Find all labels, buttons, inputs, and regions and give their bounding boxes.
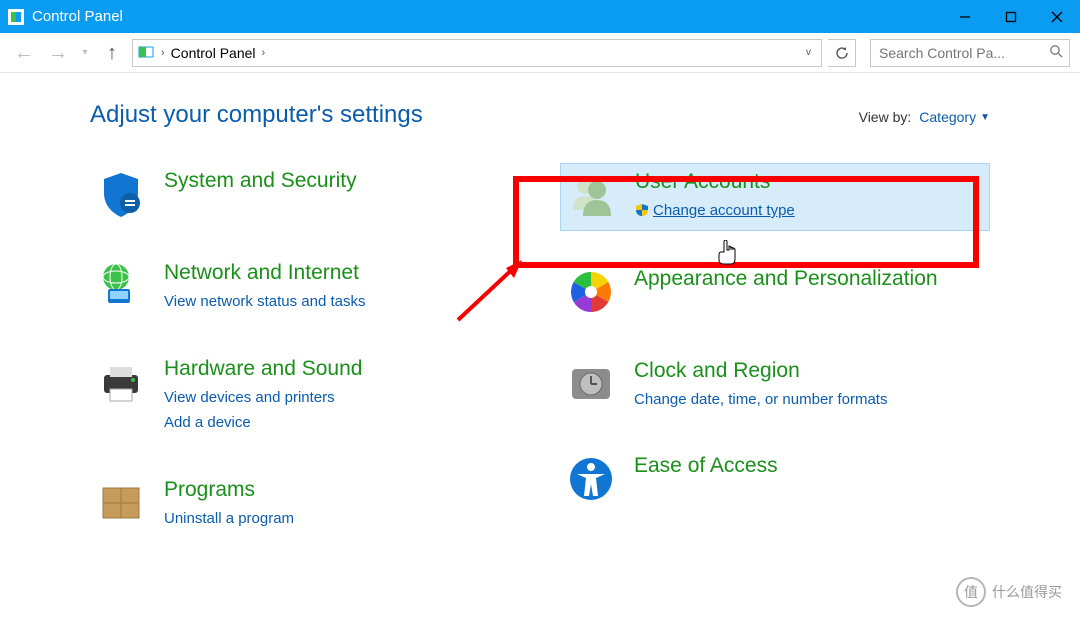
search-input[interactable] (877, 44, 1049, 62)
category-sublink[interactable]: Add a device (164, 410, 362, 436)
breadcrumb[interactable]: Control Panel (171, 45, 256, 61)
category-title: Network and Internet (164, 261, 366, 285)
category-title: Programs (164, 478, 294, 502)
view-by-label: View by: (859, 109, 912, 125)
category-title: Ease of Access (634, 454, 778, 478)
recent-chevron-icon[interactable]: ▾ (78, 39, 92, 67)
page-heading: Adjust your computer's settings (90, 101, 423, 129)
category-title: Clock and Region (634, 359, 887, 383)
window-title: Control Panel (32, 8, 123, 25)
programs-box-icon (96, 478, 146, 528)
view-by: View by: Category ▼ (859, 109, 990, 125)
category-title: System and Security (164, 169, 357, 193)
chevron-down-icon[interactable]: v (800, 47, 817, 58)
chevron-right-icon: › (260, 47, 268, 59)
user-accounts-icon (567, 170, 617, 220)
category-sublink[interactable]: Change date, time, or number formats (634, 387, 887, 413)
globe-network-icon (96, 261, 146, 311)
category-sublink[interactable]: View network status and tasks (164, 289, 366, 315)
content-area: Adjust your computer's settings View by:… (0, 73, 1080, 567)
category-sublink[interactable]: Uninstall a program (164, 506, 294, 532)
close-button[interactable] (1034, 0, 1080, 33)
view-by-selector[interactable]: Category ▼ (919, 109, 990, 125)
color-wheel-icon (566, 267, 616, 317)
watermark-text: 什么值得买 (992, 582, 1062, 602)
category-clock-region[interactable]: Clock and Region Change date, time, or n… (560, 353, 990, 419)
address-bar: ← → ▾ ↑ › Control Panel › v (0, 33, 1080, 73)
search-icon[interactable] (1049, 44, 1063, 61)
printer-icon (96, 357, 146, 407)
watermark: 值 什么值得买 (956, 577, 1062, 607)
up-button[interactable]: ↑ (98, 39, 126, 67)
chevron-right-icon: › (159, 47, 167, 59)
clock-icon (566, 359, 616, 409)
back-button[interactable]: ← (10, 39, 38, 67)
location-box[interactable]: › Control Panel › v (132, 39, 822, 67)
category-system-security[interactable]: System and Security (90, 163, 520, 225)
refresh-button[interactable] (828, 39, 856, 67)
minimize-button[interactable] (942, 0, 988, 33)
app-icon (8, 9, 24, 25)
category-sublink[interactable]: View devices and printers (164, 385, 362, 411)
category-user-accounts[interactable]: User Accounts Change account type (560, 163, 990, 231)
maximize-button[interactable] (988, 0, 1034, 33)
control-panel-icon (137, 44, 155, 62)
watermark-badge: 值 (956, 577, 986, 607)
category-network-internet[interactable]: Network and Internet View network status… (90, 255, 520, 321)
category-ease-of-access[interactable]: Ease of Access (560, 448, 990, 510)
category-hardware-sound[interactable]: Hardware and Sound View devices and prin… (90, 351, 520, 442)
category-appearance-personalization[interactable]: Appearance and Personalization (560, 261, 990, 323)
search-box[interactable] (870, 39, 1070, 67)
category-title: Appearance and Personalization (634, 267, 938, 291)
accessibility-icon (566, 454, 616, 504)
category-sublink-change-account-type[interactable]: Change account type (635, 198, 795, 224)
category-title: Hardware and Sound (164, 357, 362, 381)
category-title: User Accounts (635, 170, 795, 194)
window-titlebar: Control Panel (0, 0, 1080, 33)
forward-button[interactable]: → (44, 39, 72, 67)
uac-shield-icon (635, 200, 649, 214)
shield-system-icon (96, 169, 146, 219)
chevron-down-icon: ▼ (980, 112, 990, 123)
category-programs[interactable]: Programs Uninstall a program (90, 472, 520, 538)
